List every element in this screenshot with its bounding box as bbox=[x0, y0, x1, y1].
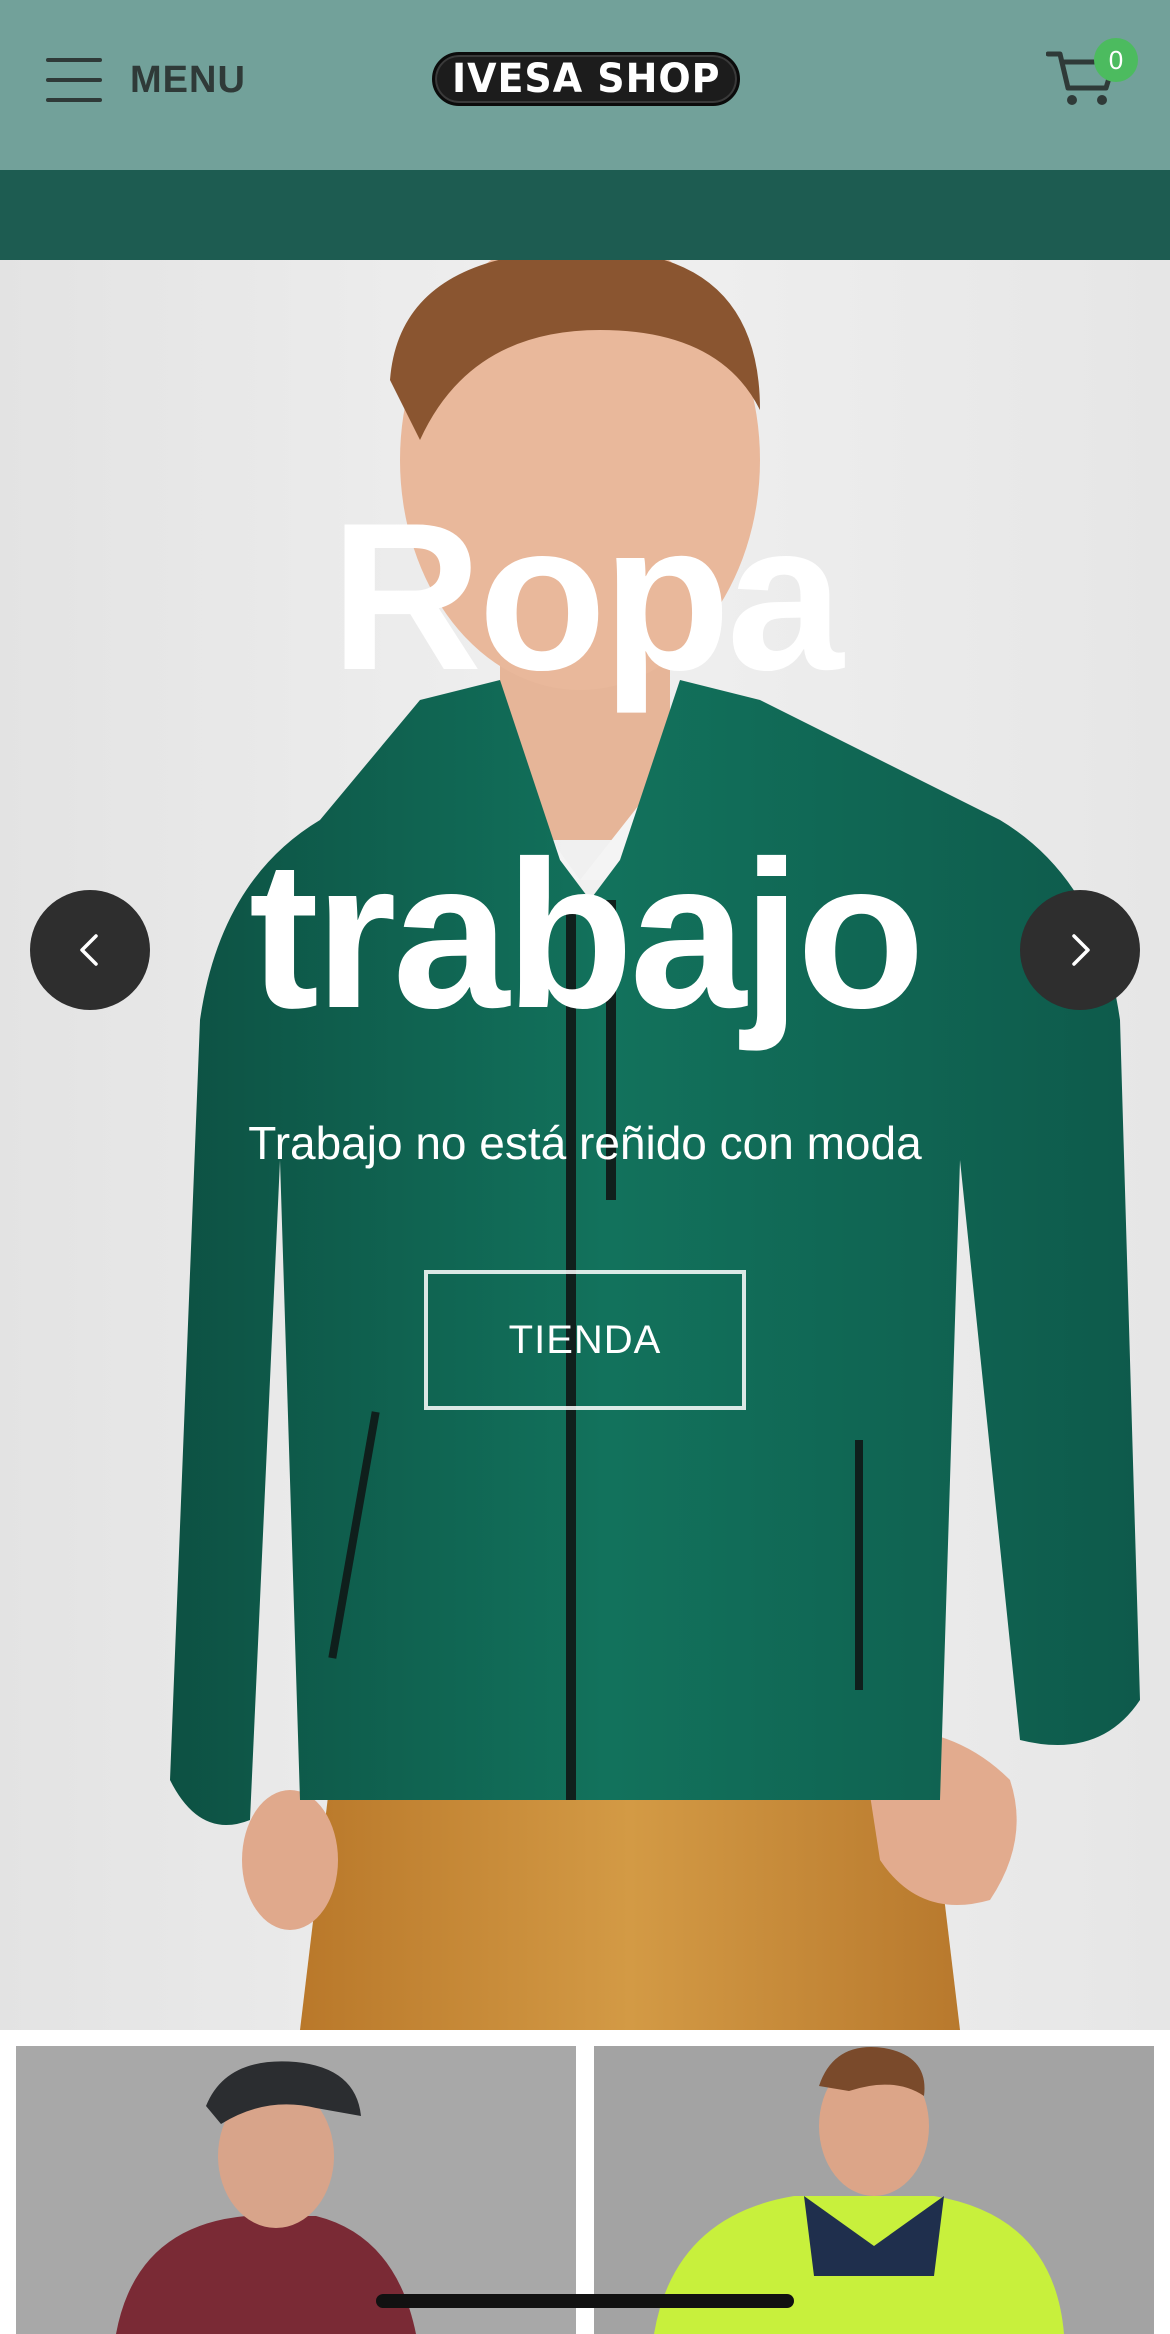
site-logo[interactable]: IVESA SHOP bbox=[432, 52, 740, 106]
chevron-right-icon bbox=[1072, 934, 1090, 966]
menu-button[interactable]: MENU bbox=[46, 52, 246, 108]
announcement-bar bbox=[0, 170, 1170, 260]
hero-subtitle: Trabajo no está reñido con moda bbox=[248, 1117, 922, 1169]
shop-button[interactable]: TIENDA bbox=[424, 1270, 746, 1410]
slider-prev-button[interactable] bbox=[30, 890, 150, 1010]
slider-next-button[interactable] bbox=[1020, 890, 1140, 1010]
category-image-hi-vis-jacket bbox=[594, 2046, 1154, 2334]
menu-label: MENU bbox=[130, 58, 246, 101]
hero-title-line2: trabajo bbox=[248, 817, 925, 1052]
cart-count-badge: 0 bbox=[1094, 38, 1138, 82]
chevron-left-icon bbox=[80, 934, 98, 966]
category-tile-1[interactable] bbox=[16, 2046, 576, 2334]
category-image-red-jacket bbox=[16, 2046, 576, 2334]
hamburger-icon bbox=[46, 58, 102, 102]
site-header: MENU IVESA SHOP 0 bbox=[0, 0, 1170, 170]
home-indicator bbox=[376, 2294, 794, 2308]
hero-slider: Ropa trabajo Trabajo no está reñido con … bbox=[0, 260, 1170, 2030]
hero-title-line1: Ropa bbox=[330, 479, 844, 714]
category-tile-2[interactable] bbox=[594, 2046, 1154, 2334]
logo-text: IVESA SHOP bbox=[451, 56, 721, 102]
